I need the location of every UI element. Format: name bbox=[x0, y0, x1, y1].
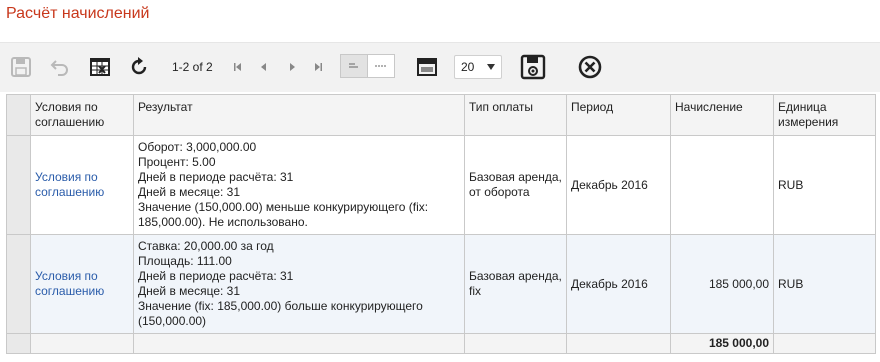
result-line: Дней в периоде расчёта: 31 bbox=[138, 170, 294, 184]
align-left-icon[interactable] bbox=[340, 54, 368, 78]
result-line: Дней в месяце: 31 bbox=[138, 284, 241, 298]
export-excel-icon[interactable] bbox=[87, 54, 113, 80]
column-header-accrual[interactable]: Начисление bbox=[670, 94, 774, 136]
table-row[interactable]: Условия по соглашению Оборот: 3,000,000.… bbox=[6, 135, 876, 235]
row-selector[interactable] bbox=[6, 234, 31, 334]
total-row: 185 000,00 bbox=[6, 333, 876, 354]
payment-type-cell: Базовая аренда, от оборота bbox=[464, 135, 567, 235]
accrual-cell: 185 000,00 bbox=[670, 234, 774, 334]
page-title: Расчёт начислений bbox=[6, 5, 150, 22]
unit-cell: RUB bbox=[773, 234, 876, 334]
last-page-icon[interactable] bbox=[312, 59, 324, 75]
result-line: Значение (150,000.00) меньше конкурирующ… bbox=[138, 200, 429, 229]
total-accrual: 185 000,00 bbox=[670, 333, 774, 354]
prev-page-icon[interactable] bbox=[258, 59, 270, 75]
undo-icon[interactable] bbox=[47, 54, 73, 80]
total-empty-cell bbox=[566, 333, 671, 354]
conditions-link[interactable]: Условия по соглашению bbox=[30, 135, 134, 235]
total-selector bbox=[6, 333, 31, 354]
save-icon[interactable] bbox=[8, 54, 34, 80]
save-settings-icon[interactable] bbox=[520, 54, 546, 80]
table-row[interactable]: Условия по соглашению Ставка: 20,000.00 … bbox=[6, 234, 876, 334]
table-header-row: Условия по соглашению Результат Тип опла… bbox=[6, 94, 876, 136]
total-empty-cell bbox=[773, 333, 876, 354]
column-header-conditions[interactable]: Условия по соглашению bbox=[30, 94, 134, 136]
column-header-period[interactable]: Период bbox=[566, 94, 671, 136]
period-cell: Декабрь 2016 bbox=[566, 234, 671, 334]
page-size-value: 20 bbox=[461, 60, 475, 74]
result-line: Значение (fix: 185,000.00) больше конкур… bbox=[138, 299, 423, 328]
row-selector[interactable] bbox=[6, 135, 31, 235]
unit-cell: RUB bbox=[773, 135, 876, 235]
total-empty-cell bbox=[133, 333, 465, 354]
page-size-select[interactable]: 20 bbox=[454, 55, 502, 79]
result-cell: Оборот: 3,000,000.00 Процент: 5.00 Дней … bbox=[133, 135, 465, 235]
chevron-down-icon bbox=[487, 64, 495, 70]
refresh-icon[interactable] bbox=[126, 54, 152, 80]
conditions-link[interactable]: Условия по соглашению bbox=[30, 234, 134, 334]
row-select-header[interactable] bbox=[6, 94, 31, 136]
total-empty-cell bbox=[30, 333, 134, 354]
column-header-unit[interactable]: Единица измерения bbox=[773, 94, 876, 136]
pager-text: 1-2 of 2 bbox=[172, 60, 213, 74]
result-line: Площадь: 111.00 bbox=[138, 254, 232, 268]
accrual-cell bbox=[670, 135, 774, 235]
grid-toolbar: 1-2 of 2 20 bbox=[0, 42, 880, 92]
result-line: Дней в периоде расчёта: 31 bbox=[138, 269, 294, 283]
align-justify-icon[interactable] bbox=[367, 54, 395, 78]
result-cell: Ставка: 20,000.00 за год Площадь: 111.00… bbox=[133, 234, 465, 334]
first-page-icon[interactable] bbox=[232, 59, 244, 75]
payment-type-cell: Базовая аренда, fix bbox=[464, 234, 567, 334]
total-empty-cell bbox=[464, 333, 567, 354]
next-page-icon[interactable] bbox=[286, 59, 298, 75]
window-icon[interactable] bbox=[414, 54, 440, 80]
column-header-payment-type[interactable]: Тип оплаты bbox=[464, 94, 567, 136]
result-line: Ставка: 20,000.00 за год bbox=[138, 239, 274, 253]
column-header-result[interactable]: Результат bbox=[133, 94, 465, 136]
result-line: Дней в месяце: 31 bbox=[138, 185, 241, 199]
close-icon[interactable] bbox=[577, 54, 603, 80]
result-line: Оборот: 3,000,000.00 bbox=[138, 140, 257, 154]
accruals-table: Условия по соглашению Результат Тип опла… bbox=[6, 94, 876, 354]
result-line: Процент: 5.00 bbox=[138, 155, 216, 169]
period-cell: Декабрь 2016 bbox=[566, 135, 671, 235]
